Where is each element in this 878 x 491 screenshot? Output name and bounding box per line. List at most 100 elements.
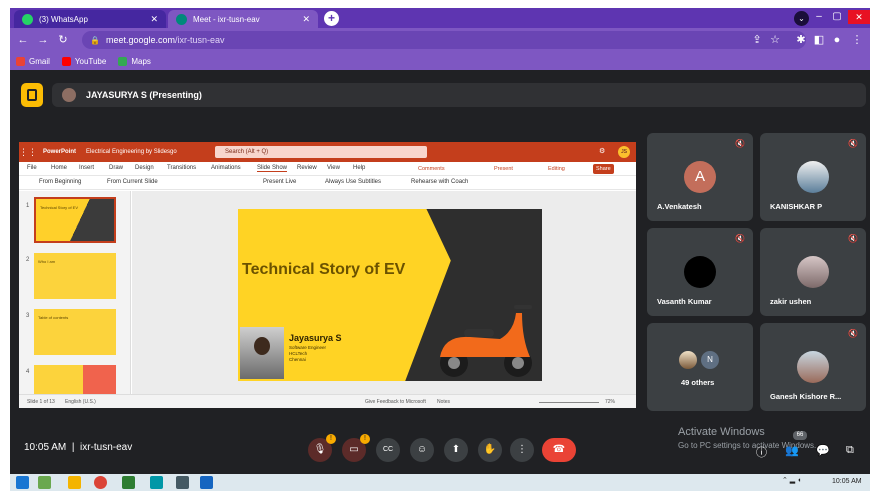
- window-close-button[interactable]: ✕: [848, 10, 870, 24]
- participant-tile[interactable]: 🔇 Vasanth Kumar: [647, 228, 753, 316]
- profile-icon[interactable]: ●: [830, 32, 844, 48]
- bookmark-youtube[interactable]: YouTube: [61, 56, 106, 66]
- minimize-button[interactable]: –: [810, 10, 828, 24]
- new-tab-button[interactable]: +: [324, 11, 339, 26]
- notes-button[interactable]: Notes: [437, 399, 450, 405]
- start-icon[interactable]: [16, 476, 29, 489]
- more-options-button[interactable]: ⋮: [510, 438, 534, 462]
- menu-review[interactable]: Review: [297, 165, 317, 171]
- participant-name: KANISHKAR P: [770, 202, 823, 211]
- slide-thumbnail[interactable]: Technical Story of EV: [34, 197, 116, 243]
- presentation-toggle-button[interactable]: [21, 83, 43, 107]
- editing-dropdown[interactable]: Editing: [545, 164, 568, 174]
- slide-presenter-city: Chennai: [289, 357, 306, 362]
- slide[interactable]: Technical Story of EV Jayasurya S Softwa…: [238, 209, 542, 381]
- participant-tile[interactable]: 🔇 zakir ushen: [760, 228, 866, 316]
- always-use-subtitles-button[interactable]: Always Use Subtitles: [325, 179, 381, 185]
- participant-tile[interactable]: 🔇 KANISHKAR P: [760, 133, 866, 221]
- presenter-photo: [240, 327, 284, 379]
- tab-whatsapp[interactable]: (3) WhatsApp ✕: [14, 10, 166, 28]
- restore-button[interactable]: ▢: [828, 10, 846, 24]
- mic-button[interactable]: 🎙!: [308, 434, 336, 462]
- menu-view[interactable]: View: [327, 165, 340, 171]
- avatar: [679, 351, 697, 369]
- present-live-button[interactable]: Present Live: [263, 179, 296, 185]
- from-beginning-button[interactable]: From Beginning: [39, 179, 81, 185]
- menu-insert[interactable]: Insert: [79, 165, 94, 171]
- ribbon: From Beginning From Current Slide Presen…: [19, 176, 636, 190]
- taskbar-app-icon[interactable]: [150, 476, 163, 489]
- slide-canvas: Technical Story of EV Jayasurya S Softwa…: [132, 191, 636, 394]
- document-title[interactable]: Electrical Engineering by Slidesgo: [86, 149, 177, 155]
- reload-icon[interactable]: ↻: [56, 32, 70, 48]
- desktop-icon[interactable]: [38, 476, 51, 489]
- star-icon[interactable]: ☆: [768, 32, 782, 48]
- taskbar-app-icon[interactable]: [122, 476, 135, 489]
- present-button[interactable]: Present: [491, 164, 516, 174]
- avatar: N: [701, 351, 719, 369]
- zoom-level[interactable]: 72%: [605, 399, 615, 405]
- captions-button[interactable]: CC: [376, 438, 400, 462]
- app-launcher-icon[interactable]: ⋮⋮: [19, 147, 37, 158]
- mic-off-icon: 🔇: [735, 139, 745, 148]
- leave-call-button[interactable]: ☎: [542, 438, 576, 462]
- address-bar[interactable]: 🔒 meet.google.com /ixr-tusn-eav: [82, 31, 806, 49]
- menu-bar: File Home Insert Draw Design Transitions…: [19, 162, 636, 176]
- emoji-button[interactable]: ☺: [410, 438, 434, 462]
- menu-animations[interactable]: Animations: [211, 165, 241, 171]
- activities-icon[interactable]: ⧉: [846, 444, 854, 457]
- mic-off-icon: 🔇: [848, 329, 858, 338]
- menu-file[interactable]: File: [27, 165, 37, 171]
- settings-icon[interactable]: ⚙: [599, 147, 605, 155]
- slide-thumbnail[interactable]: [34, 365, 116, 394]
- slide-thumbnail[interactable]: Table of contents: [34, 309, 116, 355]
- menu-design[interactable]: Design: [135, 165, 154, 171]
- info-icon[interactable]: ⓘ: [756, 444, 767, 460]
- rehearse-with-coach-button[interactable]: Rehearse with Coach: [411, 179, 468, 185]
- url-path: /ixr-tusn-eav: [175, 35, 225, 45]
- camera-button[interactable]: ▭!: [342, 434, 370, 462]
- bookmark-maps[interactable]: Maps: [118, 56, 151, 66]
- participant-tile[interactable]: 🔇 A A.Venkatesh: [647, 133, 753, 221]
- participant-name: Ganesh Kishore R...: [770, 392, 842, 401]
- menu-icon[interactable]: ⋮: [850, 32, 864, 48]
- comments-button[interactable]: Comments: [415, 164, 448, 174]
- chrome-icon[interactable]: [94, 476, 107, 489]
- others-tile[interactable]: N 49 others: [647, 323, 753, 411]
- back-icon[interactable]: ←: [16, 32, 30, 48]
- tab-search-button[interactable]: ⌄: [794, 11, 809, 26]
- share-icon[interactable]: ⇪: [750, 32, 764, 48]
- menu-slide-show[interactable]: Slide Show: [257, 165, 288, 172]
- feedback-link[interactable]: Give Feedback to Microsoft: [365, 399, 426, 405]
- chat-icon[interactable]: 💬: [816, 444, 830, 457]
- user-avatar[interactable]: JS: [618, 146, 630, 158]
- system-tray[interactable]: ⌃ ▂ ◖: [782, 476, 822, 489]
- menu-home[interactable]: Home: [51, 165, 67, 171]
- raise-hand-button[interactable]: ✋: [478, 438, 502, 462]
- forward-icon[interactable]: →: [36, 32, 50, 48]
- mic-off-icon: 🔇: [848, 139, 858, 148]
- search-input[interactable]: Search (Alt + Q): [215, 146, 427, 158]
- people-icon[interactable]: 👥: [785, 444, 799, 457]
- explorer-icon[interactable]: [68, 476, 81, 489]
- zoom-slider[interactable]: [539, 402, 599, 403]
- participant-tile[interactable]: 🔇 Ganesh Kishore R...: [760, 323, 866, 411]
- scooter-illustration: [440, 305, 532, 377]
- menu-help[interactable]: Help: [353, 165, 365, 171]
- menu-transitions[interactable]: Transitions: [167, 165, 196, 171]
- chat-badge: 66: [793, 431, 807, 440]
- close-icon[interactable]: ✕: [302, 14, 310, 25]
- menu-draw[interactable]: Draw: [109, 165, 123, 171]
- from-current-slide-button[interactable]: From Current Slide: [107, 179, 158, 185]
- share-button[interactable]: Share: [593, 164, 614, 174]
- present-screen-button[interactable]: ⬆: [444, 438, 468, 462]
- taskbar-app-icon[interactable]: [176, 476, 189, 489]
- slide-thumbnail[interactable]: Who I am: [34, 253, 116, 299]
- close-icon[interactable]: ✕: [150, 14, 158, 25]
- extensions-icon[interactable]: ✱: [794, 32, 808, 48]
- bookmark-gmail[interactable]: Gmail: [16, 56, 50, 66]
- taskbar-app-icon[interactable]: [200, 476, 213, 489]
- slide-title: Technical Story of EV: [242, 261, 406, 278]
- sidepanel-icon[interactable]: ◧: [812, 32, 826, 48]
- tab-meet[interactable]: Meet - ixr-tusn-eav ✕: [168, 10, 318, 28]
